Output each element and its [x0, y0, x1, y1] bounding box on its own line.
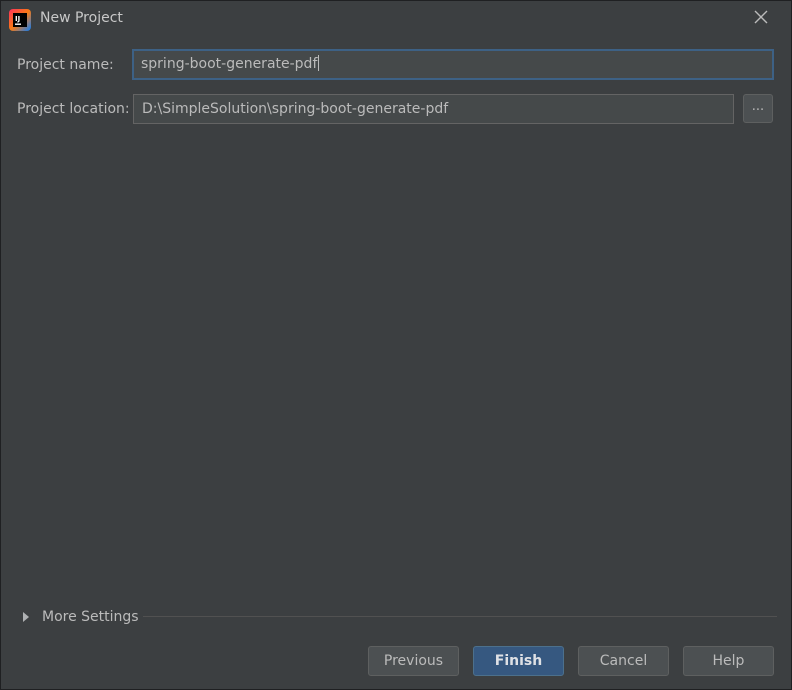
- project-name-value: spring-boot-generate-pdf: [141, 56, 318, 72]
- project-name-label: Project name:: [17, 57, 114, 73]
- help-button[interactable]: Help: [683, 646, 774, 676]
- previous-button[interactable]: Previous: [368, 646, 459, 676]
- project-location-input[interactable]: D:\SimpleSolution\spring-boot-generate-p…: [133, 94, 734, 124]
- close-icon: [754, 10, 768, 28]
- cancel-button[interactable]: Cancel: [578, 646, 669, 676]
- expand-triangle-icon: [23, 612, 29, 622]
- more-settings-divider: [143, 616, 777, 617]
- more-settings-toggle[interactable]: More Settings: [23, 607, 139, 627]
- project-location-label: Project location:: [17, 101, 130, 117]
- browse-location-button[interactable]: ...: [743, 94, 773, 123]
- close-button[interactable]: [747, 5, 775, 33]
- project-name-input[interactable]: spring-boot-generate-pdf: [132, 49, 774, 80]
- title-bar: IJ New Project: [1, 1, 791, 37]
- project-location-value: D:\SimpleSolution\spring-boot-generate-p…: [142, 101, 449, 117]
- new-project-dialog: IJ New Project Project name: spring-boot…: [0, 0, 792, 690]
- finish-button[interactable]: Finish: [473, 646, 564, 676]
- intellij-idea-icon: IJ: [9, 9, 31, 31]
- more-settings-label: More Settings: [42, 609, 139, 625]
- text-caret: [318, 55, 320, 71]
- window-title: New Project: [40, 10, 123, 26]
- svg-text:IJ: IJ: [15, 15, 20, 23]
